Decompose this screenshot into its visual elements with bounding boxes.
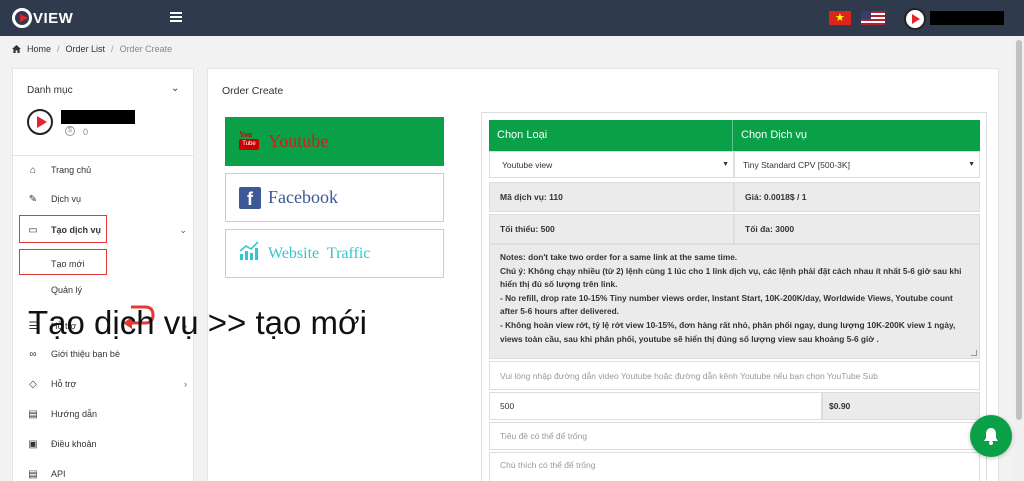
sidebar-subitem-manage[interactable]: Quản lý: [51, 285, 82, 295]
breadcrumb-separator: /: [111, 44, 114, 54]
notes-line: Chú ý: Không chạy nhiều (từ 2) lệnh cùng…: [500, 265, 962, 290]
service-code: Mã dịch vụ: 110: [489, 182, 734, 212]
sidebar-divider: [13, 155, 193, 156]
annotation-caption: Tạo dịch vụ >> tạo mới: [28, 304, 367, 341]
bell-icon: [984, 428, 998, 445]
scrollbar-thumb[interactable]: [1016, 40, 1022, 420]
tools-icon: ✎: [28, 193, 38, 205]
platform-label: Youtube: [268, 131, 329, 151]
caret-down-icon: ▼: [722, 161, 729, 168]
sidebar-item-label: Giới thiệu bạn bè: [51, 349, 120, 359]
highlight-box: [19, 249, 107, 275]
service-price: Giá: 0.0018$ / 1: [734, 182, 980, 212]
column-service-header: Chọn Dịch vụ: [741, 129, 808, 141]
sidebar-item-label: Điều khoản: [51, 439, 97, 449]
youtube-logo-you: You: [239, 130, 253, 139]
page-title: Order Create: [222, 85, 284, 97]
coin-icon: $: [65, 126, 75, 136]
sidebar-item-label: Trang chủ: [51, 165, 92, 175]
main-panel: Order Create You Tube Youtube f Facebook…: [207, 68, 999, 481]
link-icon: ∞: [29, 348, 37, 360]
column-type-header: Chọn Loại: [489, 120, 733, 151]
breadcrumb-separator: /: [57, 44, 60, 54]
username-redacted[interactable]: [930, 11, 1004, 25]
order-form: Chọn Loại Chọn Dịch vụ Youtube view ▼ Ti…: [481, 112, 987, 481]
top-navbar: VIEW: [0, 0, 1024, 36]
quantity-input[interactable]: 500: [489, 392, 822, 420]
sidebar-item-referral[interactable]: ∞ Giới thiệu bạn bè: [27, 347, 187, 361]
resize-handle-icon[interactable]: [971, 350, 977, 356]
clipboard-icon: ▣: [28, 438, 38, 450]
breadcrumb: Home / Order List / Order Create: [12, 44, 172, 54]
sidebar-item-label: Hướng dẫn: [51, 409, 97, 419]
notes-line: - Không hoàn view rớt, tỷ lệ rớt view 10…: [500, 319, 956, 344]
youtube-logo-tube: Tube: [239, 139, 259, 150]
type-select[interactable]: Youtube view ▼: [489, 151, 734, 178]
service-select[interactable]: Tiny Standard CPV [500-3K] ▼: [734, 151, 980, 178]
hamburger-menu-icon[interactable]: [170, 12, 182, 23]
sidebar: Danh mục ⌄ $ 0 ⌂ Trang chủ ✎ Dịch vụ ▭ T…: [12, 68, 194, 481]
chart-icon: [239, 241, 259, 260]
caret-down-icon: ▼: [968, 161, 975, 168]
play-logo-icon: [12, 8, 32, 28]
book-icon: ▤: [28, 468, 38, 480]
sidebar-item-home[interactable]: ⌂ Trang chủ: [27, 163, 187, 177]
platform-facebook-button[interactable]: f Facebook: [225, 173, 444, 222]
type-select-value: Youtube view: [502, 159, 553, 170]
notes-line: - No refill, drop rate 10-15% Tiny numbe…: [500, 292, 953, 317]
sidebar-username-redacted: [61, 110, 135, 124]
sidebar-item-terms[interactable]: ▣ Điều khoản: [27, 437, 187, 451]
note-textarea[interactable]: Chú thích có thể để trống: [489, 452, 980, 481]
notification-bell-button[interactable]: [970, 415, 1012, 457]
youtube-icon: You Tube: [239, 130, 260, 151]
sidebar-header: Danh mục: [27, 85, 73, 96]
sidebar-item-guide[interactable]: ▤ Hướng dẫn: [27, 407, 187, 421]
sidebar-avatar: [27, 109, 53, 135]
total-price: $0.90: [822, 392, 980, 420]
sidebar-item-services[interactable]: ✎ Dịch vụ: [27, 192, 187, 206]
platform-label: Website Traffic: [268, 244, 371, 262]
breadcrumb-current: Order Create: [119, 44, 173, 54]
tag-icon: ◇: [29, 378, 37, 390]
facebook-icon: f: [239, 187, 261, 209]
platform-youtube-button[interactable]: You Tube Youtube: [225, 117, 444, 166]
sidebar-item-label: Dịch vụ: [51, 194, 82, 204]
service-notes[interactable]: Notes: don't take two order for a same l…: [489, 244, 980, 359]
sidebar-item-help[interactable]: ◇ Hỗ trợ ›: [27, 377, 187, 391]
chevron-down-icon[interactable]: ⌄: [171, 83, 179, 94]
breadcrumb-order-list[interactable]: Order List: [66, 44, 106, 54]
link-input[interactable]: Vui lòng nhập đường dẫn video Youtube ho…: [489, 361, 980, 390]
sidebar-item-label: Hỗ trợ: [51, 379, 77, 389]
breadcrumb-home[interactable]: Home: [27, 44, 51, 54]
notes-line: Notes: don't take two order for a same l…: [500, 252, 738, 262]
max-quantity: Tối đa: 3000: [734, 214, 980, 244]
vietnam-flag-icon[interactable]: [829, 11, 851, 25]
platform-label: Facebook: [268, 187, 338, 207]
form-header: Chọn Loại Chọn Dịch vụ: [489, 120, 980, 151]
home-icon: [12, 45, 21, 53]
sidebar-item-api[interactable]: ▤ API: [27, 467, 187, 481]
sidebar-balance: 0: [83, 127, 89, 137]
logo-text: VIEW: [33, 9, 74, 27]
home-outline-icon: ⌂: [29, 164, 37, 176]
chevron-right-icon: ›: [184, 379, 187, 389]
platform-website-traffic-button[interactable]: Website Traffic: [225, 229, 444, 278]
service-select-value: Tiny Standard CPV [500-3K]: [743, 159, 850, 170]
min-quantity: Tối thiểu: 500: [489, 214, 734, 244]
site-logo[interactable]: VIEW: [12, 8, 73, 28]
us-flag-icon[interactable]: [861, 11, 885, 25]
chevron-down-icon: ⌄: [179, 224, 187, 235]
sidebar-item-label: API: [51, 469, 66, 479]
page-scrollbar[interactable]: [1014, 36, 1024, 481]
user-avatar[interactable]: [904, 8, 926, 30]
book-icon: ▤: [28, 408, 38, 420]
highlight-box: [19, 215, 107, 243]
title-input[interactable]: Tiêu đề có thể để trống: [489, 422, 980, 450]
